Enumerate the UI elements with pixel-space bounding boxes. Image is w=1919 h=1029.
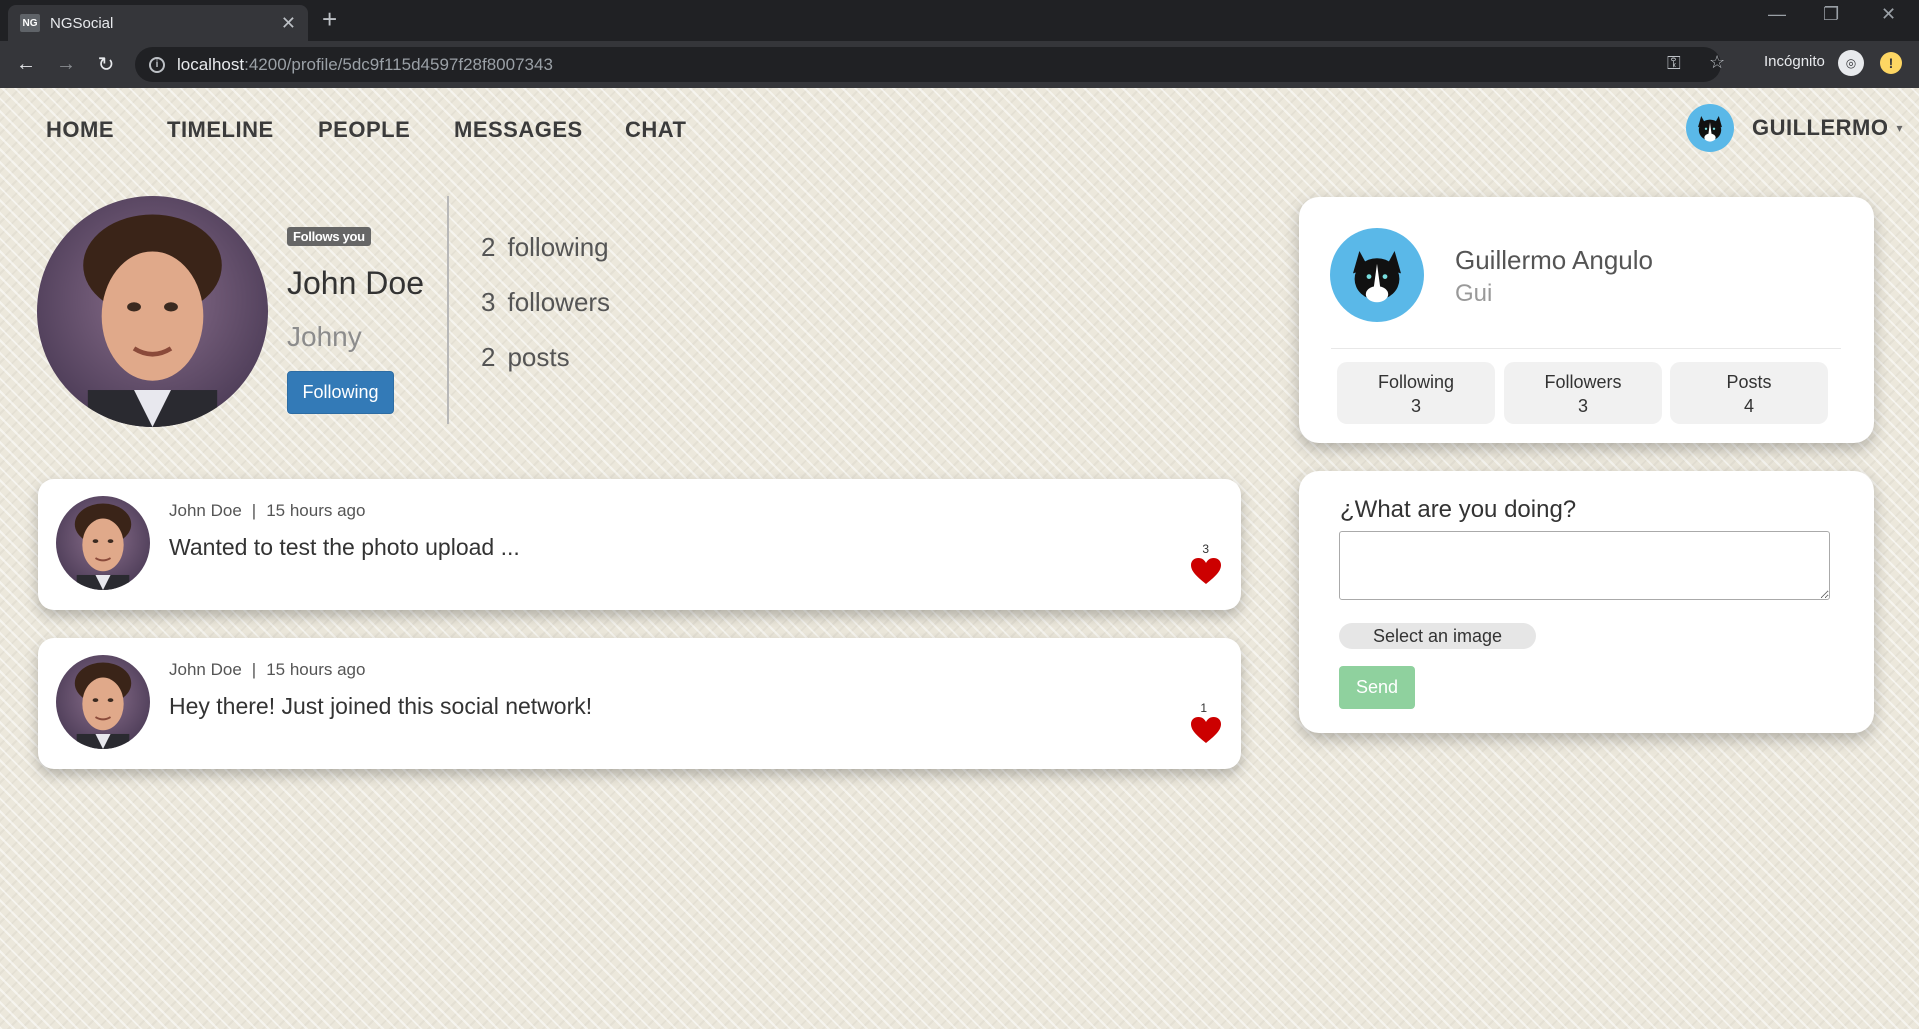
- url-path: :4200/profile/5dc9f115d4597f28f8007343: [244, 54, 553, 74]
- compose-textarea[interactable]: [1339, 531, 1830, 600]
- post-author[interactable]: John Doe: [169, 501, 242, 520]
- my-stat-followers[interactable]: Followers 3: [1504, 362, 1662, 424]
- post-card: John Doe | 15 hours ago Hey there! Just jo…: [38, 638, 1241, 769]
- close-window-icon[interactable]: ✕: [1881, 4, 1896, 25]
- like-count: 3: [1202, 542, 1209, 556]
- restore-icon[interactable]: ❐: [1823, 4, 1839, 25]
- stat-number: 3: [481, 287, 496, 317]
- stat-label: Followers: [1544, 372, 1622, 392]
- url-host: localhost: [177, 54, 245, 74]
- user-menu[interactable]: GUILLERMO ▾: [1686, 104, 1903, 152]
- follows-you-badge: Follows you: [287, 227, 371, 246]
- post-text: Wanted to test the photo upload ...: [169, 534, 520, 560]
- nav-people[interactable]: PEOPLE: [318, 117, 410, 143]
- heart-icon[interactable]: [1190, 557, 1222, 585]
- stat-number: 2: [481, 342, 496, 372]
- incognito-label: Incógnito: [1764, 53, 1825, 70]
- browser-toolbar: ← → ↻ i localhost:4200/profile/5dc9f115d…: [0, 41, 1919, 88]
- forward-icon[interactable]: →: [46, 53, 86, 76]
- my-profile-card: Guillermo Angulo Gui Following 3 Followe…: [1299, 197, 1874, 443]
- stat-label: posts: [507, 342, 570, 372]
- following-button[interactable]: Following: [287, 371, 394, 414]
- post-time: 15 hours ago: [266, 501, 366, 520]
- profile-stat-following[interactable]: 2 following: [481, 232, 609, 263]
- close-tab-icon[interactable]: ✕: [281, 13, 296, 34]
- info-icon[interactable]: i: [149, 56, 165, 73]
- avatar: [1686, 104, 1734, 152]
- back-icon[interactable]: ←: [6, 53, 46, 76]
- post-time: 15 hours ago: [266, 660, 366, 679]
- reload-icon[interactable]: ↻: [86, 52, 126, 77]
- favicon-icon: NG: [20, 14, 40, 32]
- select-image-button[interactable]: Select an image: [1339, 623, 1536, 649]
- star-icon[interactable]: ☆: [1709, 52, 1725, 73]
- post-meta-separator: |: [251, 501, 257, 520]
- profile-stat-followers[interactable]: 3 followers: [481, 287, 610, 318]
- my-stat-posts[interactable]: Posts 4: [1670, 362, 1828, 424]
- compose-card: ¿What are you doing? Select an image Sen…: [1299, 471, 1874, 733]
- browser-tabbar: NG NGSocial ✕ + — ❐ ✕: [0, 0, 1919, 41]
- nav-chat[interactable]: CHAT: [625, 117, 686, 143]
- post-card: John Doe | 15 hours ago Wanted to test the…: [38, 479, 1241, 610]
- nav-messages[interactable]: MESSAGES: [454, 117, 583, 143]
- update-alert-icon[interactable]: !: [1880, 52, 1902, 74]
- my-stat-following[interactable]: Following 3: [1337, 362, 1495, 424]
- stat-number: 2: [481, 232, 496, 262]
- nav-timeline[interactable]: TIMELINE: [167, 117, 274, 143]
- post-meta: John Doe | 15 hours ago: [169, 660, 365, 680]
- address-bar[interactable]: i localhost:4200/profile/5dc9f115d4597f2…: [135, 47, 1725, 82]
- divider: [1331, 348, 1841, 349]
- profile-avatar: [37, 196, 268, 427]
- stat-label: following: [507, 232, 609, 262]
- send-button[interactable]: Send: [1339, 666, 1415, 709]
- profile-name: John Doe: [287, 265, 424, 301]
- nav-home[interactable]: HOME: [46, 117, 114, 143]
- stat-label: Following: [1377, 372, 1455, 392]
- chevron-down-icon: ▾: [1896, 121, 1903, 135]
- post-meta-separator: |: [251, 660, 257, 679]
- divider: [447, 196, 449, 424]
- user-menu-name: GUILLERMO: [1752, 115, 1889, 140]
- post-meta: John Doe | 15 hours ago: [169, 501, 365, 521]
- profile-stat-posts[interactable]: 2 posts: [481, 342, 570, 373]
- stat-value: 3: [1410, 396, 1421, 416]
- stat-label: followers: [507, 287, 611, 317]
- my-nick: Gui: [1455, 280, 1493, 307]
- key-icon[interactable]: ⚿: [1667, 53, 1681, 74]
- avatar[interactable]: [1330, 228, 1424, 322]
- like-count: 1: [1200, 701, 1207, 715]
- stat-label: Posts: [1726, 372, 1772, 392]
- stat-value: 4: [1743, 396, 1754, 416]
- compose-title: ¿What are you doing?: [1340, 496, 1577, 523]
- my-name[interactable]: Guillermo Angulo: [1455, 245, 1653, 276]
- post-text: Hey there! Just joined this social netwo…: [169, 693, 593, 719]
- heart-icon[interactable]: [1190, 716, 1222, 744]
- post-avatar[interactable]: [56, 655, 150, 749]
- tab-title: NGSocial: [50, 14, 114, 32]
- minimize-icon[interactable]: —: [1768, 4, 1786, 25]
- incognito-icon[interactable]: ◎: [1838, 50, 1864, 76]
- new-tab-icon[interactable]: +: [322, 4, 337, 35]
- browser-tab[interactable]: NG NGSocial ✕: [8, 5, 308, 41]
- stat-value: 3: [1577, 396, 1588, 416]
- post-author[interactable]: John Doe: [169, 660, 242, 679]
- profile-nick: Johny: [287, 321, 362, 352]
- post-avatar[interactable]: [56, 496, 150, 590]
